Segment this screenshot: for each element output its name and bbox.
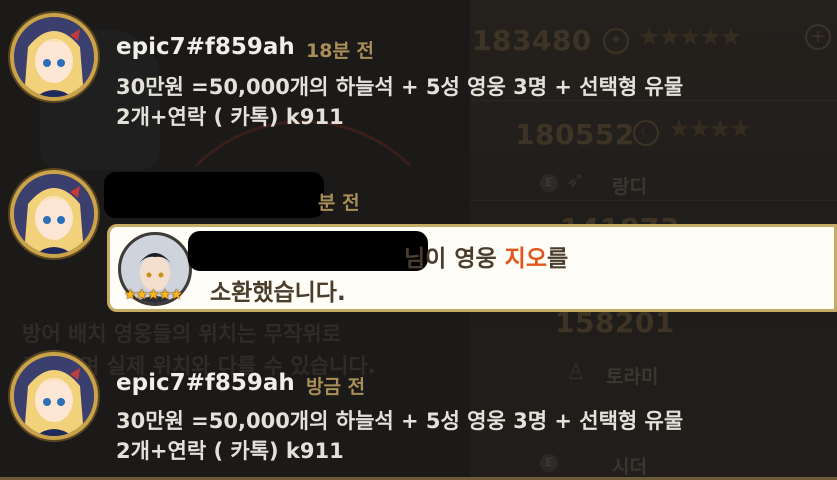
bg-hero-name: 랑디 xyxy=(612,176,647,198)
bg-hero-name: 토라미 xyxy=(606,366,659,388)
hero-star-rating: ★★★★★ xyxy=(124,287,183,303)
bg-score: 183480 xyxy=(472,24,592,57)
notice-text-line: 님이 영웅 지오를 xyxy=(404,239,568,273)
username[interactable]: epic7#f859ah xyxy=(116,34,295,60)
bg-plus-icon: + xyxy=(805,24,831,50)
person-icon: ♙ xyxy=(566,360,586,385)
redaction-mark xyxy=(188,231,428,271)
bg-hint-line: 방어 배치 영웅들의 위치는 무작위로 xyxy=(22,322,342,346)
notice-text: 를 xyxy=(546,246,569,272)
redaction-mark xyxy=(104,172,324,218)
message-text-line: 2개+연락 ( 카톡) k911 xyxy=(116,439,344,463)
message-text-line: 2개+연락 ( 카톡) k911 xyxy=(116,105,344,129)
message-text-line: 30만원 =50,000개의 하늘석 + 5성 영웅 3명 + 선택형 유물 xyxy=(116,75,684,99)
message-text-line: 30만원 =50,000개의 하늘석 + 5성 영웅 3명 + 선택형 유물 xyxy=(116,409,684,433)
bg-stars: ★★★★★ xyxy=(638,22,742,51)
user-avatar[interactable] xyxy=(10,170,98,258)
notice-text-line: 소환했습니다. xyxy=(210,280,346,306)
message-time: 분 전 xyxy=(318,192,360,214)
user-avatar[interactable] xyxy=(10,352,98,440)
username[interactable]: epic7#f859ah xyxy=(116,370,295,396)
divider xyxy=(470,200,837,201)
avatar-portrait-icon xyxy=(14,356,94,436)
avatar-portrait-icon xyxy=(14,17,94,97)
bg-rank-icon: ✦ xyxy=(603,28,629,54)
avatar-portrait-icon xyxy=(14,174,94,254)
hero-name-highlight: 지오 xyxy=(504,246,547,272)
message-time: 18분 전 xyxy=(306,40,375,62)
bg-element-badge: E xyxy=(540,174,558,192)
summon-notice: ★★★★★ 님이 영웅 지오를 소환했습니다. xyxy=(107,224,837,312)
notice-text: 님이 영웅 xyxy=(404,246,505,272)
message-time: 방금 전 xyxy=(306,376,366,398)
bow-icon: ➶ xyxy=(566,168,585,193)
user-avatar[interactable] xyxy=(10,13,98,101)
